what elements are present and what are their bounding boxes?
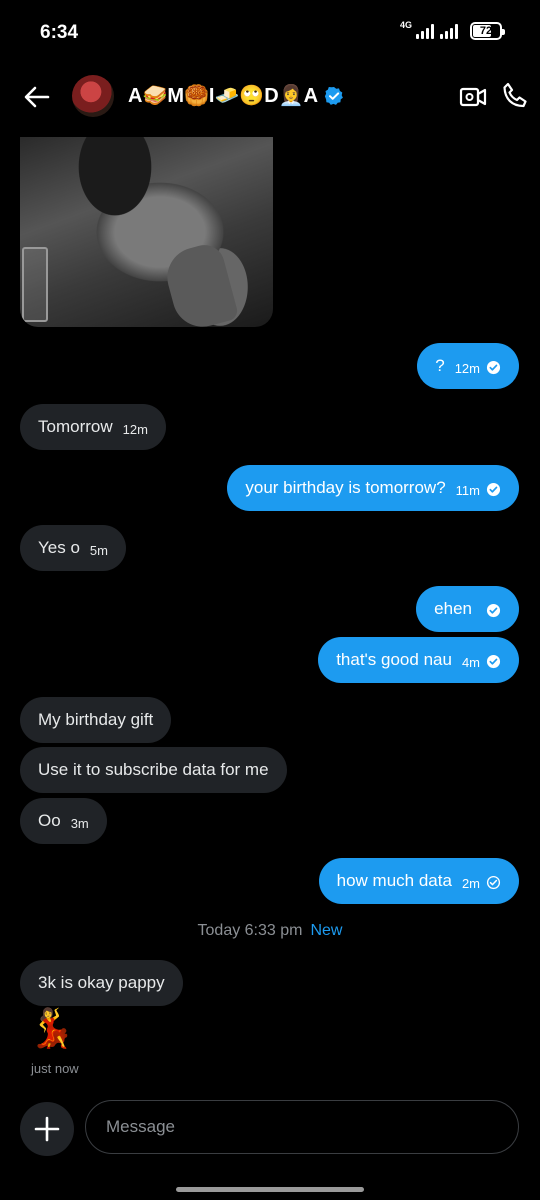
read-receipt-icon — [486, 482, 501, 496]
message-time: 3m — [70, 815, 89, 831]
message-time: 2m — [461, 875, 480, 891]
message-incoming[interactable]: Oo 3m — [20, 798, 107, 844]
new-messages-divider: Today 6:33 pm New — [0, 922, 540, 940]
back-button[interactable] — [22, 82, 52, 112]
network-type-label: 4G — [399, 20, 412, 30]
emoji-message[interactable]: 💃 — [28, 1010, 75, 1048]
battery-level: 72 — [479, 25, 493, 37]
message-text: Oo — [38, 811, 61, 830]
message-time: 12m — [454, 360, 480, 376]
message-text: your birthday is tomorrow? — [245, 478, 446, 497]
message-text: ehen — [434, 599, 472, 618]
message-text: that's good nau — [336, 650, 452, 669]
message-outgoing[interactable]: ehen — [416, 586, 519, 632]
message-text: Tomorrow — [38, 417, 113, 436]
signal-icon-2 — [440, 23, 458, 39]
contact-name-row[interactable]: A🥪M🥮I🧈🙄D👩‍💼A — [128, 83, 344, 108]
message-text: Use it to subscribe data for me — [38, 760, 269, 779]
message-input[interactable] — [85, 1100, 519, 1154]
message-incoming[interactable]: Use it to subscribe data for me — [20, 747, 287, 793]
divider-timestamp: Today 6:33 pm — [197, 922, 303, 939]
phone-icon — [503, 82, 527, 108]
back-arrow-icon — [24, 86, 50, 108]
avatar[interactable] — [72, 75, 114, 117]
message-incoming[interactable]: My birthday gift — [20, 697, 172, 743]
signal-icon — [416, 23, 434, 39]
message-incoming[interactable]: Tomorrow 12m — [20, 404, 166, 450]
contact-name: A🥪M🥮I🧈🙄D👩‍💼A — [128, 85, 319, 107]
photo-glass-detail — [22, 247, 48, 322]
message-time: 12m — [122, 421, 148, 437]
conversation-header: A🥪M🥮I🧈🙄D👩‍💼A — [0, 64, 540, 130]
message-incoming[interactable]: 3k is okay pappy — [20, 960, 183, 1006]
new-badge: New — [310, 922, 343, 939]
message-text: My birthday gift — [38, 710, 154, 729]
status-icons: 4G 72 — [399, 20, 505, 40]
verified-badge-icon — [324, 86, 343, 105]
status-time: 6:34 — [40, 22, 79, 43]
home-indicator[interactable] — [176, 1187, 364, 1192]
video-call-button[interactable] — [458, 82, 488, 112]
message-text: ? — [435, 356, 445, 375]
shared-photo[interactable] — [20, 137, 273, 327]
sent-receipt-icon — [486, 875, 501, 889]
message-outgoing[interactable]: ? 12m — [417, 343, 519, 389]
message-text: how much data — [336, 871, 452, 890]
battery-icon: 72 — [470, 22, 505, 40]
read-receipt-icon — [486, 654, 501, 668]
add-attachment-button[interactable] — [20, 1102, 74, 1156]
message-outgoing[interactable]: that's good nau 4m — [318, 637, 519, 683]
message-outgoing[interactable]: your birthday is tomorrow? 11m — [227, 465, 519, 511]
read-receipt-icon — [486, 603, 501, 617]
read-receipt-icon — [486, 360, 501, 374]
message-text: 3k is okay pappy — [38, 973, 165, 992]
message-outgoing[interactable]: how much data 2m — [318, 858, 519, 904]
message-text: Yes o — [38, 538, 80, 557]
voice-call-button[interactable] — [500, 81, 530, 111]
message-time: 5m — [89, 542, 108, 558]
message-time: 11m — [455, 482, 480, 498]
message-timestamp: just now — [31, 1061, 79, 1076]
photo-arm-detail — [160, 240, 240, 327]
status-bar: 6:34 4G 72 — [0, 0, 540, 64]
message-time: 4m — [461, 654, 480, 670]
plus-icon — [34, 1116, 60, 1142]
message-incoming[interactable]: Yes o 5m — [20, 525, 126, 571]
video-icon — [459, 87, 487, 107]
